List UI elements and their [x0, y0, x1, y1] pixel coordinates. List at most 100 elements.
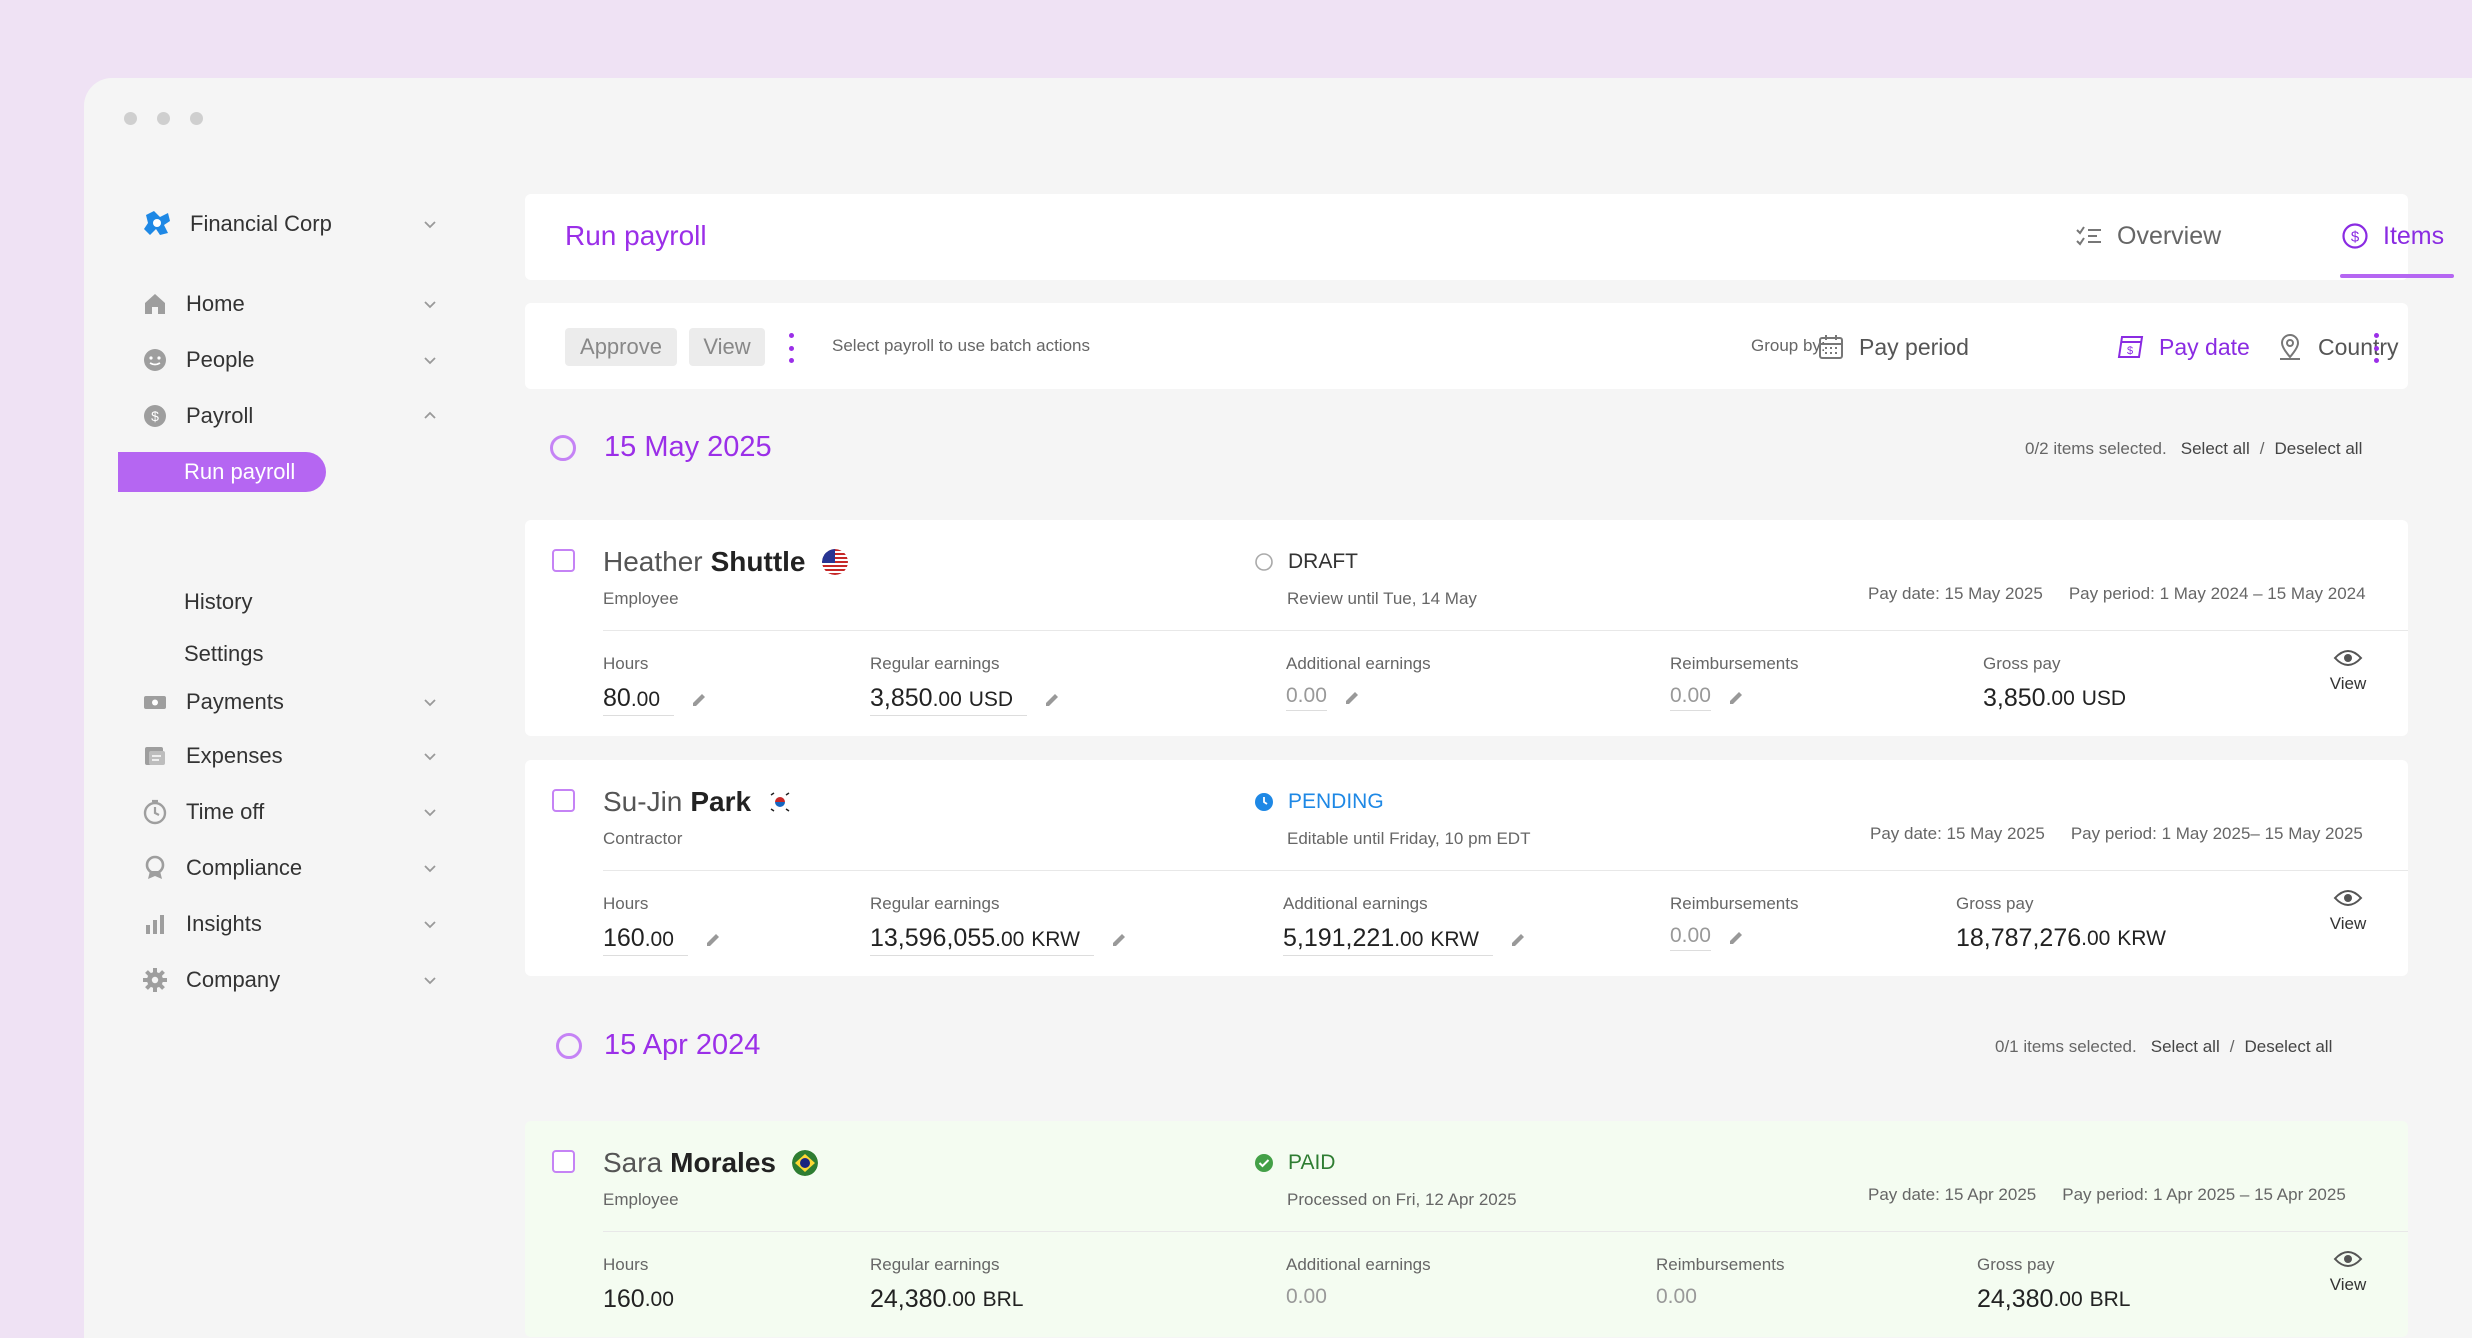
org-switcher[interactable]: Financial Corp: [140, 204, 440, 244]
sidebar-item-payroll[interactable]: $ Payroll: [140, 396, 440, 436]
deselect-all-link[interactable]: Deselect all: [2244, 1037, 2332, 1057]
pencil-icon[interactable]: [1110, 931, 1128, 949]
view-details-button[interactable]: View: [2323, 648, 2373, 694]
hours-dec: .00: [644, 928, 674, 951]
select-all-link[interactable]: Select all: [2181, 439, 2250, 459]
row-checkbox[interactable]: [552, 549, 575, 572]
pay-date: Pay date: 15 Apr 2025: [1868, 1185, 2037, 1204]
group-by-label: Group by:: [1751, 336, 1826, 355]
org-logo-icon: [144, 211, 170, 235]
reimbursements-field[interactable]: 0.00: [1670, 684, 1711, 711]
view-details-button[interactable]: View: [2323, 1249, 2373, 1295]
svg-text:$: $: [151, 408, 159, 424]
sidebar-item-expenses[interactable]: Expenses: [140, 736, 440, 776]
select-all-link[interactable]: Select all: [2151, 1037, 2220, 1057]
sidebar-item-insights[interactable]: Insights: [140, 904, 440, 944]
pencil-icon[interactable]: [704, 931, 722, 949]
pencil-icon[interactable]: [1343, 689, 1361, 707]
sidebar-item-people[interactable]: People: [140, 340, 440, 380]
dollar-circle-icon: $: [2342, 223, 2368, 249]
reimbursements-text: 0.00: [1656, 1285, 1697, 1308]
group-select-radio[interactable]: [550, 435, 576, 461]
sidebar-item-label: Insights: [186, 911, 262, 936]
pay-meta: Pay date: 15 May 2025 Pay period: 1 May …: [1870, 824, 2363, 844]
tab-items[interactable]: $ Items: [2341, 216, 2444, 256]
regular-earnings-field[interactable]: 3,850.00 USD: [870, 684, 1027, 716]
employee-role: Contractor: [603, 829, 683, 848]
date-group-header: 15 Apr 2024 0/1 items selected. Select a…: [550, 1025, 2408, 1065]
group-by-country[interactable]: Country: [2276, 327, 2399, 367]
approve-button[interactable]: Approve: [565, 328, 677, 366]
regular-earnings-label: Regular earnings: [870, 654, 1000, 673]
hours-field[interactable]: 80.00: [603, 684, 674, 716]
sidebar-item-compliance[interactable]: Compliance: [140, 848, 440, 888]
calendar-icon: [1819, 335, 1843, 359]
chevron-down-icon: [424, 301, 436, 309]
additional-earnings-field[interactable]: 5,191,221.00 KRW: [1283, 924, 1493, 956]
row-checkbox[interactable]: [552, 789, 575, 812]
pencil-icon[interactable]: [1509, 931, 1527, 949]
gross-main: 3,850: [1983, 684, 2046, 712]
draft-status-icon: [1255, 553, 1273, 571]
gross-pay-value: 3,850.00 USD: [1983, 684, 2126, 713]
sidebar-subitem-history[interactable]: History: [184, 584, 252, 620]
chevron-down-icon: [424, 221, 436, 229]
sidebar-item-company[interactable]: Company: [140, 960, 440, 1000]
sidebar-subitem-settings[interactable]: Settings: [184, 636, 264, 672]
add-main: 5,191,221: [1283, 924, 1395, 952]
people-icon: [140, 345, 170, 375]
regular-earnings-field[interactable]: 13,596,055.00 KRW: [870, 924, 1094, 956]
regular-earnings-label: Regular earnings: [870, 1255, 1000, 1274]
gear-icon: [140, 965, 170, 995]
active-tab-indicator: [2340, 274, 2454, 278]
add-dec: .00: [1394, 928, 1424, 951]
gross-pay-label: Gross pay: [1977, 1255, 2055, 1274]
view-details-button[interactable]: View: [2323, 888, 2373, 934]
pay-period: Pay period: 1 May 2025– 15 May 2025: [2070, 824, 2363, 843]
hours-value: 160.00: [603, 1285, 674, 1314]
sidebar-item-home[interactable]: Home: [140, 284, 440, 324]
chevron-down-icon: [424, 809, 436, 817]
group-more-icon[interactable]: [2372, 333, 2380, 363]
row-checkbox[interactable]: [552, 1150, 575, 1173]
gross-dec: .00: [2053, 1287, 2083, 1311]
pencil-icon[interactable]: [1727, 689, 1745, 707]
pencil-icon[interactable]: [1043, 691, 1061, 709]
employee-name[interactable]: Su-Jin Park: [603, 786, 794, 818]
tab-overview[interactable]: Overview: [2075, 216, 2221, 256]
org-name: Financial Corp: [190, 211, 332, 236]
gross-currency: BRL: [2089, 1287, 2131, 1311]
more-actions-icon[interactable]: [787, 333, 795, 363]
gross-currency: USD: [2081, 686, 2127, 710]
sidebar-subitem-run-payroll[interactable]: Run payroll: [118, 452, 326, 492]
status-badge: PAID: [1254, 1151, 1335, 1175]
gross-pay-value: 24,380.00 BRL: [1977, 1285, 2130, 1314]
reimbursements-field[interactable]: 0.00: [1670, 924, 1711, 951]
selected-count: 0/2 items selected.: [2025, 439, 2167, 458]
sidebar-item-payments[interactable]: Payments: [140, 682, 440, 722]
chevron-down-icon: [424, 753, 436, 761]
view-button[interactable]: View: [689, 328, 765, 366]
pencil-icon[interactable]: [1727, 929, 1745, 947]
group-select-radio[interactable]: [556, 1033, 582, 1059]
separator: /: [2259, 439, 2265, 458]
gross-pay-value: 18,787,276.00 KRW: [1956, 924, 2166, 953]
hours-label: Hours: [603, 1255, 649, 1274]
gross-dec: .00: [2045, 686, 2075, 710]
svg-text:$: $: [2351, 229, 2360, 246]
time-off-icon: [140, 797, 170, 827]
group-by-pay-period[interactable]: Pay period: [1817, 327, 1969, 367]
br-flag-icon: [791, 1150, 818, 1176]
employee-name[interactable]: Heather Shuttle: [603, 546, 848, 578]
deselect-all-link[interactable]: Deselect all: [2274, 439, 2362, 459]
sidebar-item-time-off[interactable]: Time off: [140, 792, 440, 832]
additional-earnings-value: 0.00: [1286, 1285, 1327, 1309]
hours-field[interactable]: 160.00: [603, 924, 688, 956]
first-name: Heather: [603, 546, 703, 577]
pencil-icon[interactable]: [690, 691, 708, 709]
reimbursements-label: Reimbursements: [1670, 654, 1799, 673]
group-by-pay-date[interactable]: $ Pay date: [2117, 327, 2250, 367]
payroll-item-card: Sara Morales Employee PAID Processed on …: [525, 1121, 2408, 1337]
additional-earnings-field[interactable]: 0.00: [1286, 684, 1327, 711]
employee-name[interactable]: Sara Morales: [603, 1147, 818, 1179]
